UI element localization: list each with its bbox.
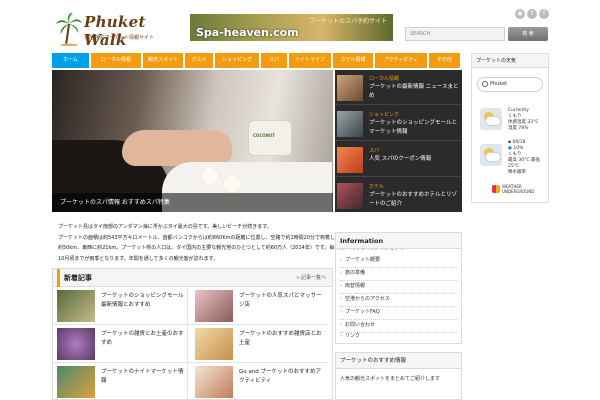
weather-title: プーケットの天気 [472, 54, 548, 68]
article-title: プーケットのおすすめ雑貨店とお土産 [239, 331, 322, 346]
logo-title: Phuket Walk [84, 13, 146, 49]
current-line: 湿度 78% [508, 126, 529, 131]
nav-item-activity[interactable]: アクティビティ [375, 53, 427, 68]
search-icon [482, 81, 488, 87]
recommend-title: プーケットのおすすめ情報 [336, 353, 461, 369]
article-title: プーケットの雑貨とお土産のおすすめ [101, 331, 184, 346]
more-articles-link[interactable]: » 記事一覧へ [296, 269, 326, 287]
weather-brand[interactable]: WEATHER UNDERGROUND [502, 184, 535, 194]
recommend-box: プーケットのおすすめ情報 人気の観光スポットをまとめてご紹介します [335, 352, 462, 400]
item-category: ショッピング [369, 112, 400, 118]
flower-icon [224, 176, 240, 192]
article-item[interactable]: プーケットのショッピングモール最新情報とおすすめ [53, 287, 190, 325]
article-title: プーケットのショッピングモール最新情報とおすすめ [101, 293, 184, 308]
banner-tagline: プーケットのスパ予約サイト [308, 18, 387, 25]
article-title: Go and プーケットのおすすめアクティビティ [239, 369, 321, 384]
spa-banner[interactable]: プーケットのスパ予約サイト Spa-heaven.com [190, 14, 393, 41]
forecast-rain: 10% [513, 146, 524, 151]
thumbnail [195, 366, 233, 398]
coconut-jar: COCONUT [248, 120, 292, 156]
weather-location: Phuket [490, 81, 508, 87]
partly-cloudy-icon [480, 108, 502, 130]
thumbnail [57, 366, 95, 398]
forecast-weather: ▪ 09/18 ● 10% くもり 最高 30°C 最低 25°C 降水確率 [508, 140, 548, 176]
logo-subtitle: 現地発信プーケット情報サイト [84, 35, 155, 41]
new-articles-box: 新着記事 » 記事一覧へ プーケットのショッピングモール最新情報とおすすめ プー… [52, 268, 333, 400]
intro-line: プーケット島はタイ南部のアンダマン海に浮かぶタイ最大の島です。美しいビーチが続き… [58, 224, 272, 230]
nav-item-sightseeing[interactable]: 観光スポット [143, 53, 183, 68]
item-title: 人気 スパのクーポン情報 [369, 156, 432, 162]
thumbnail [337, 75, 363, 101]
article-title: プーケットの人気スパとマッサージ店 [239, 293, 322, 308]
item-category: ローカル情報 [369, 76, 400, 82]
slider-image-face [122, 130, 232, 166]
recommend-link[interactable]: 人気の観光スポットをまとめてご紹介します [340, 375, 458, 382]
twitter-icon[interactable]: t [527, 9, 537, 19]
article-item[interactable]: プーケットのおすすめ雑貨店とお土産 [191, 325, 328, 363]
facebook-icon[interactable]: f [539, 9, 549, 19]
forecast-line: 最高 30°C 最低 25°C [508, 158, 540, 169]
item-category: スパ [369, 148, 380, 154]
slider-list-item[interactable]: ショッピング プーケットのショッピングモールとマーケット情報 [335, 106, 462, 141]
thumbnail [195, 290, 233, 322]
item-title: プーケットのおすすめホテルとリゾートのご紹介 [369, 192, 458, 207]
weather-search-input[interactable]: Phuket [477, 77, 543, 92]
banner-title: Spa-heaven.com [196, 26, 299, 39]
thumbnail [337, 111, 363, 137]
brand-line: UNDERGROUND [502, 188, 535, 194]
search-button[interactable]: 検 索 [508, 27, 548, 41]
thumbnail [195, 328, 233, 360]
partly-cloudy-icon [480, 144, 502, 166]
article-item[interactable]: Go and プーケットのおすすめアクティビティ [191, 363, 328, 400]
nav-item-spa[interactable]: スパ [261, 53, 287, 68]
slider-caption[interactable]: プーケットのスパ情報 おすすめスパ特集 [52, 193, 333, 212]
nav-item-nightlife[interactable]: ナイトライフ [289, 53, 331, 68]
current-weather: Currently くもり 体感温度 33°C 湿度 78% [508, 108, 548, 132]
item-title: プーケットのショッピングモールとマーケット情報 [369, 120, 458, 135]
slider-list-item[interactable]: スパ 人気 スパのクーポン情報 [335, 142, 462, 177]
article-item[interactable]: プーケットの人気スパとマッサージ店 [191, 287, 328, 325]
item-title: プーケットの最新情報 ニュースまとめ [369, 84, 459, 99]
forecast-line: 降水確率 [508, 170, 526, 175]
information-title: Information [336, 233, 461, 249]
nav-item-shopping[interactable]: ショッピング [215, 53, 259, 68]
search-input[interactable]: SEARCH [405, 27, 505, 41]
item-category: ホテル [369, 184, 385, 190]
information-link[interactable]: リンク [340, 328, 458, 344]
thumbnail [57, 290, 95, 322]
thumbnail [337, 147, 363, 173]
slider-list-item[interactable]: ローカル情報 プーケットの最新情報 ニュースまとめ [335, 70, 462, 105]
information-box: Information プーケット概要 旅の準備 両替情報 空港からのアクセス … [335, 232, 462, 344]
nav-item-home[interactable]: ホーム [52, 53, 89, 68]
article-item[interactable]: プーケットの雑貨とお土産のおすすめ [53, 325, 190, 363]
new-articles-title: 新着記事 [57, 269, 92, 287]
featured-slider[interactable]: COCONUT プーケットのスパ情報 おすすめスパ特集 [52, 70, 333, 212]
article-item[interactable]: プーケットのナイトマーケット情報 [53, 363, 190, 400]
nav-item-hotel[interactable]: ホテル情報 [333, 53, 373, 68]
slider-list: ローカル情報 プーケットの最新情報 ニュースまとめ ショッピング プーケットのシ… [335, 70, 462, 212]
palm-tree-icon [56, 12, 82, 46]
flower-icon [202, 168, 218, 184]
article-title: プーケットのナイトマーケット情報 [101, 369, 184, 384]
forecast-date: 09/18 [512, 140, 526, 145]
main-nav: ホーム ローカル情報 観光スポット グルメ ショッピング スパ ナイトライフ ホ… [52, 53, 462, 68]
thumbnail [57, 328, 95, 360]
site-logo[interactable]: Phuket Walk 現地発信プーケット情報サイト [56, 12, 168, 49]
rss-icon[interactable]: ◉ [515, 9, 525, 19]
nav-item-gourmet[interactable]: グルメ [185, 53, 213, 68]
nav-item-local[interactable]: ローカル情報 [91, 53, 141, 68]
slider-list-item[interactable]: ホテル プーケットのおすすめホテルとリゾートのご紹介 [335, 178, 462, 213]
weather-widget: プーケットの天気 Phuket Currently くもり 体感温度 33°C … [471, 53, 549, 203]
weather-underground-logo-icon[interactable] [492, 185, 500, 193]
nav-item-other[interactable]: その他 [429, 53, 460, 68]
column-divider [187, 286, 188, 400]
jar-label: COCONUT [253, 133, 275, 138]
new-articles-header: 新着記事 » 記事一覧へ [53, 269, 332, 287]
thumbnail [337, 183, 363, 209]
